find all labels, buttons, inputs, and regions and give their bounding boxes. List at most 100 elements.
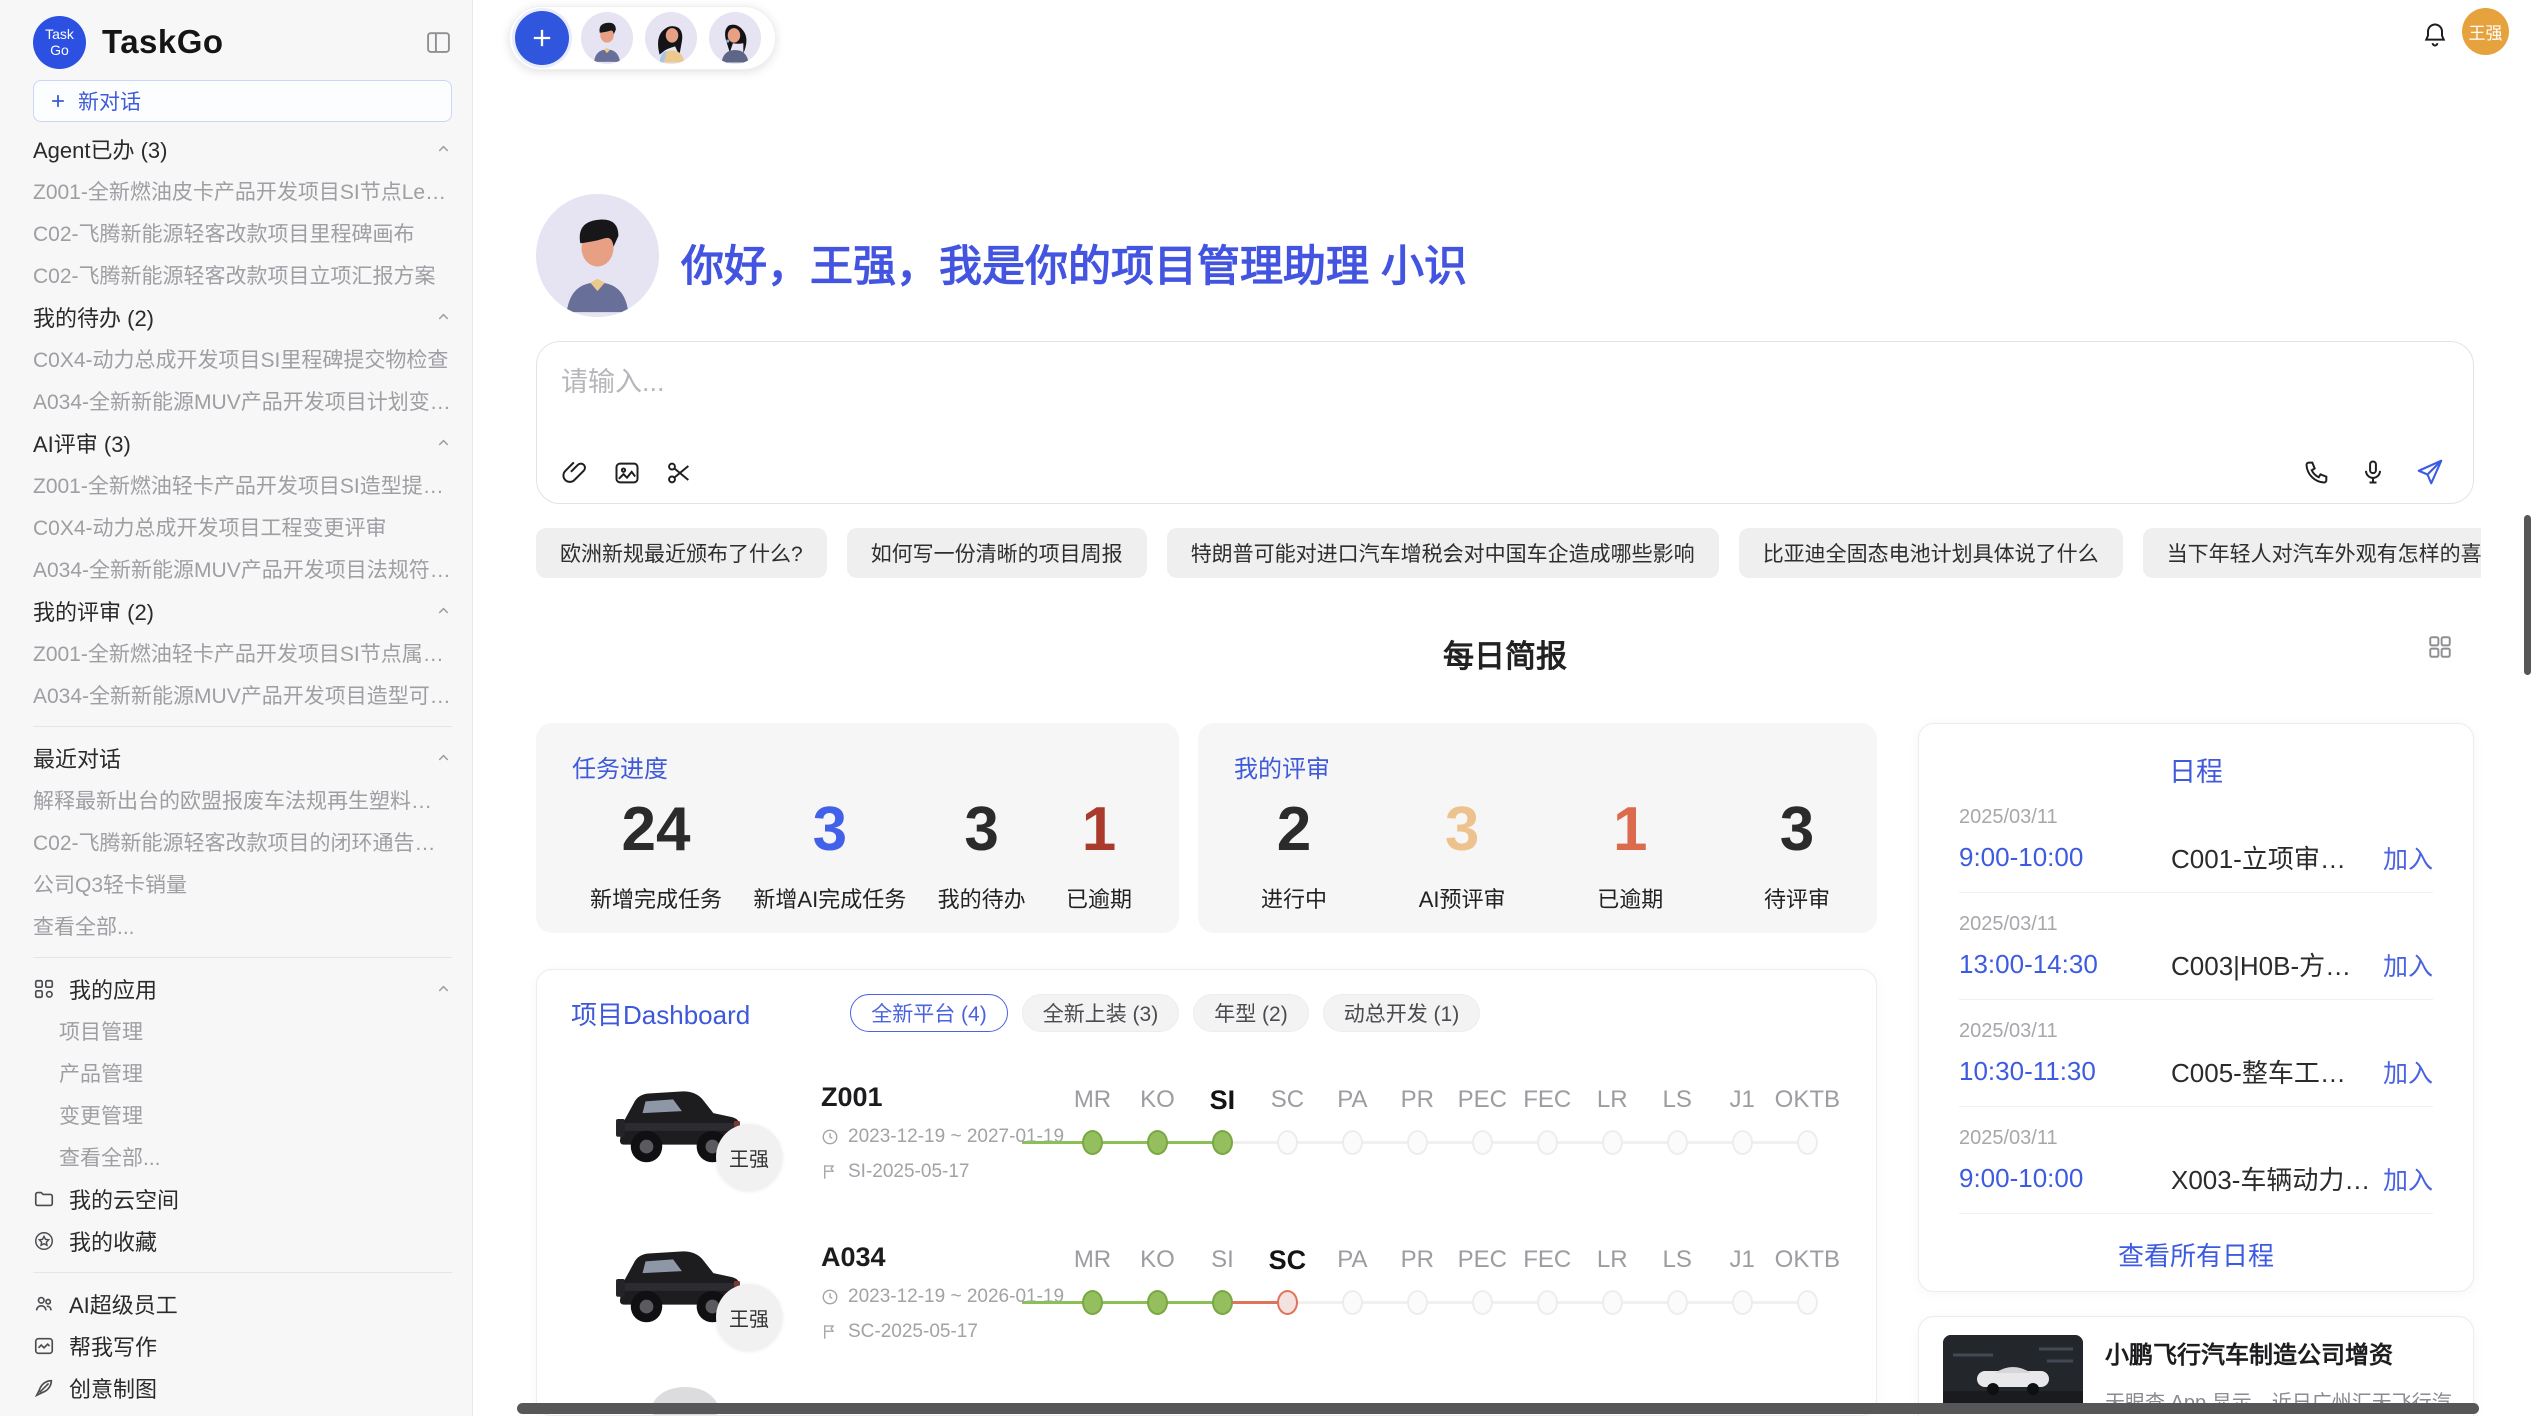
milestone-dot [1602, 1290, 1623, 1315]
sidebar-section-header[interactable]: 我的待办 (2) [33, 296, 452, 338]
chevron-up-icon[interactable] [435, 750, 452, 767]
chevron-up-icon[interactable] [435, 309, 452, 326]
app-item[interactable]: 变更管理 [33, 1094, 452, 1136]
recent-chat-item[interactable]: C02-飞腾新能源轻客改款项目的闭环通告反馈情况 [33, 821, 452, 863]
filter-pill[interactable]: 动总开发 (1) [1323, 994, 1481, 1032]
layout-grid-icon[interactable] [2427, 634, 2453, 660]
milestone-label: SI [1190, 1238, 1255, 1282]
image-icon[interactable] [613, 459, 641, 487]
project-list: 王强 Z001 2023-12-19 ~ 2027-01-19 [571, 1062, 1876, 1352]
apps-view-all[interactable]: 查看全部... [33, 1136, 452, 1178]
section-title: Agent已办 (3) [33, 133, 168, 165]
new-chat-label: 新对话 [78, 86, 141, 116]
suggestion-chip[interactable]: 特朗普可能对进口汽车增税会对中国车企造成哪些影响 [1167, 528, 1719, 578]
milestone-dot [1212, 1290, 1233, 1315]
attachment-icon[interactable] [561, 459, 589, 487]
sidebar-item[interactable]: C02-飞腾新能源轻客改款项目立项汇报方案 [33, 254, 452, 296]
sidebar-item[interactable]: A034-全新新能源MUV产品开发项目造型可行性评审 [33, 674, 452, 716]
milestone-label: J1 [1710, 1238, 1775, 1282]
suggestion-chip[interactable]: 比亚迪全固态电池计划具体说了什么 [1739, 528, 2123, 578]
greeting-text: 你好，王强，我是你的项目管理助理 小识 [681, 232, 1467, 294]
app-item[interactable]: 产品管理 [33, 1052, 452, 1094]
milestone-dot [1602, 1130, 1623, 1155]
task-progress-card: 任务进度 24 新增完成任务 3 新增AI完成任务 3 我的待办 [536, 723, 1179, 933]
sidebar-item[interactable]: A034-全新新能源MUV产品开发项目计划变更表编写 [33, 380, 452, 422]
milestone-label: MR [1060, 1238, 1125, 1282]
milestone-dot [1472, 1290, 1493, 1315]
card-title: 我的评审 [1234, 749, 1877, 784]
sidebar-item-cloud-space[interactable]: 我的云空间 [33, 1178, 452, 1220]
join-link[interactable]: 加入 [2383, 947, 2433, 983]
phone-call-icon[interactable] [2303, 458, 2331, 486]
chat-input[interactable] [559, 358, 2163, 424]
milestone-label: MR [1060, 1078, 1125, 1122]
sidebar-collapse-icon[interactable] [425, 30, 452, 55]
chevron-up-icon[interactable] [435, 435, 452, 452]
project-owner-badge: 王强 [716, 1124, 782, 1190]
sidebar-item[interactable]: C0X4-动力总成开发项目SI里程碑提交物检查 [33, 338, 452, 380]
chat-input-card [536, 341, 2474, 504]
milestone-dot [1537, 1290, 1558, 1315]
project-row[interactable]: 王强 A034 2023-12-19 ~ 2026-01-19 [571, 1222, 1876, 1352]
chevron-up-icon[interactable] [435, 141, 452, 158]
sidebar-item-ai-super-staff[interactable]: AI超级员工 [33, 1283, 452, 1325]
vertical-scrollbar[interactable] [2524, 515, 2531, 675]
recent-view-all[interactable]: 查看全部... [33, 905, 452, 947]
project-dashboard-card: 项目Dashboard 全新平台 (4) 全新上装 (3) 年型 (2) 动总开… [536, 969, 1877, 1416]
notifications-bell-icon[interactable] [2421, 21, 2449, 49]
sidebar-item[interactable]: C02-飞腾新能源轻客改款项目里程碑画布 [33, 212, 452, 254]
milestone-dot [1342, 1130, 1363, 1155]
recent-chats-header[interactable]: 最近对话 [33, 737, 452, 779]
news-card[interactable]: 小鹏飞行汽车制造公司增资 天眼查 App 显示，近日广州汇天飞行汽... [1918, 1316, 2474, 1416]
logo-line1: Task [45, 26, 74, 42]
milestone-label: LR [1580, 1078, 1645, 1122]
agent-avatar-2[interactable] [645, 12, 697, 64]
sidebar-item-creative-drawing[interactable]: 创意制图 [33, 1367, 452, 1409]
suggestion-chip[interactable]: 欧洲新规最近颁布了什么? [536, 528, 827, 578]
recent-chat-item[interactable]: 解释最新出台的欧盟报废车法规再生塑料比例被调至15%... [33, 779, 452, 821]
filter-pill[interactable]: 全新平台 (4) [850, 994, 1008, 1032]
join-link[interactable]: 加入 [2383, 1161, 2433, 1197]
agent-avatar-1[interactable] [581, 12, 633, 64]
sidebar-item[interactable]: A034-全新新能源MUV产品开发项目法规符合性评审 [33, 548, 452, 590]
sidebar-item[interactable]: Z001-全新燃油轻卡产品开发项目SI造型提交物评审 [33, 464, 452, 506]
chevron-up-icon[interactable] [435, 603, 452, 620]
section-items: C0X4-动力总成开发项目SI里程碑提交物检查 A034-全新新能源MUV产品开… [33, 338, 452, 422]
microphone-icon[interactable] [2359, 458, 2387, 486]
suggestion-chip[interactable]: 如何写一份清晰的项目周报 [847, 528, 1147, 578]
scissors-icon[interactable] [665, 459, 693, 487]
project-next-milestone: SC-2025-05-17 [848, 1321, 978, 1343]
sidebar-item-favorites[interactable]: 我的收藏 [33, 1220, 452, 1262]
project-code: Z001 [821, 1082, 1064, 1113]
new-chat-button[interactable]: 新对话 [33, 80, 452, 122]
suggestion-chip[interactable]: 当下年轻人对汽车外观有怎样的喜好趋势 [2143, 528, 2481, 578]
sidebar-item[interactable]: C0X4-动力总成开发项目工程变更评审 [33, 506, 452, 548]
milestone-dot [1667, 1290, 1688, 1315]
sidebar-item-help-me-write[interactable]: 帮我写作 [33, 1325, 452, 1367]
chevron-up-icon[interactable] [435, 981, 452, 998]
send-icon[interactable] [2415, 457, 2445, 487]
app-logo: Task Go [33, 16, 86, 69]
join-link[interactable]: 加入 [2383, 840, 2433, 876]
sidebar-section-header[interactable]: Agent已办 (3) [33, 128, 452, 170]
filter-pill[interactable]: 年型 (2) [1193, 994, 1309, 1032]
my-apps-header[interactable]: 我的应用 [33, 968, 452, 1010]
user-avatar[interactable]: 王强 [2462, 8, 2509, 55]
recent-chat-item[interactable]: 公司Q3轻卡销量 [33, 863, 452, 905]
my-apps-title: 我的应用 [69, 973, 157, 1005]
agent-avatar-3[interactable] [709, 12, 761, 64]
app-item[interactable]: 项目管理 [33, 1010, 452, 1052]
milestone-dot [1732, 1290, 1753, 1315]
star-badge-icon [33, 1230, 55, 1252]
filter-pill[interactable]: 全新上装 (3) [1022, 994, 1180, 1032]
horizontal-scrollbar[interactable] [517, 1403, 2479, 1414]
section-items: Z001-全新燃油轻卡产品开发项目SI节点属性5D文件评审 A034-全新新能源… [33, 632, 452, 716]
join-link[interactable]: 加入 [2383, 1054, 2433, 1090]
sidebar-section-header[interactable]: 我的评审 (2) [33, 590, 452, 632]
sidebar-item[interactable]: Z001-全新燃油轻卡产品开发项目SI节点属性5D文件评审 [33, 632, 452, 674]
view-all-schedules-link[interactable]: 查看所有日程 [1959, 1214, 2433, 1295]
sidebar-section-header[interactable]: AI评审 (3) [33, 422, 452, 464]
add-agent-button[interactable] [515, 11, 569, 65]
project-row[interactable]: 王强 Z001 2023-12-19 ~ 2027-01-19 [571, 1062, 1876, 1192]
sidebar-item[interactable]: Z001-全新燃油皮卡产品开发项目SI节点Lesson Learn报告 [33, 170, 452, 212]
